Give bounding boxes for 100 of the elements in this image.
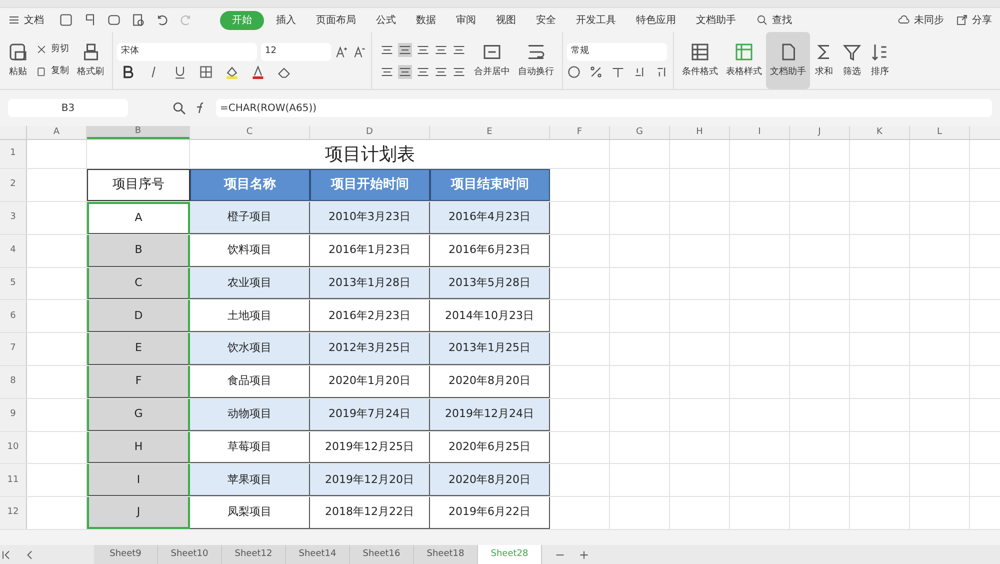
row-header[interactable]: 12 <box>0 497 27 529</box>
paste-button[interactable]: 粘贴 <box>4 32 32 89</box>
column-header[interactable]: H <box>670 126 730 139</box>
column-heading: 项目序号 <box>87 169 190 201</box>
table-cell: 2020年6月25日 <box>430 432 550 464</box>
conditional-format-button[interactable]: 条件格式 <box>678 32 722 89</box>
table-style-button[interactable]: 表格样式 <box>722 32 766 89</box>
table-cell: 2016年4月23日 <box>430 202 550 234</box>
row-header[interactable]: 3 <box>0 202 27 234</box>
font-field[interactable]: 宋体 <box>117 42 257 60</box>
wrap-text-button[interactable]: 自动换行 <box>514 32 558 89</box>
row-header[interactable]: 1 <box>0 140 27 168</box>
ribbon-tab[interactable]: 审阅 <box>448 10 484 30</box>
first-sheet-icon[interactable] <box>0 548 12 560</box>
column-header[interactable]: J <box>790 126 850 139</box>
add-sheet-icon[interactable] <box>578 548 590 560</box>
ribbon-tab[interactable]: 数据 <box>408 10 444 30</box>
sheet-tab[interactable]: Sheet10 <box>158 545 222 564</box>
sheet-tab[interactable]: Sheet28 <box>478 545 542 564</box>
ribbon-tab[interactable]: 视图 <box>488 10 524 30</box>
cut-button[interactable]: 剪切 <box>36 43 69 56</box>
scissors-icon <box>36 44 47 56</box>
grow-font-icon[interactable] <box>335 44 349 58</box>
table-cell: 农业项目 <box>190 268 310 300</box>
shrink-font-icon[interactable] <box>353 44 367 58</box>
sheet-tab[interactable]: Sheet16 <box>350 545 414 564</box>
font-size-field[interactable]: 12 <box>261 42 331 60</box>
table-cell: C <box>87 268 190 300</box>
column-header[interactable]: F <box>550 126 610 139</box>
ribbon-tab[interactable]: 公式 <box>368 10 404 30</box>
column-header[interactable]: I <box>730 126 790 139</box>
ribbon-tab[interactable]: 插入 <box>268 10 304 30</box>
ribbon-tab[interactable]: 安全 <box>528 10 564 30</box>
row-header[interactable]: 7 <box>0 333 27 365</box>
fill-color-icon[interactable] <box>225 64 239 78</box>
document-assistant-button[interactable]: 文档助手 <box>766 32 810 89</box>
row-header[interactable]: 9 <box>0 398 27 431</box>
cloud-icon[interactable] <box>898 14 910 26</box>
row-header[interactable]: 4 <box>0 234 27 267</box>
table-cell: 2019年6月22日 <box>430 497 550 529</box>
copy-button[interactable]: 复制 <box>36 64 69 78</box>
save-icon[interactable] <box>59 13 73 27</box>
name-box[interactable]: B3 <box>8 99 128 117</box>
ribbon-tab[interactable]: 开发工具 <box>568 10 624 30</box>
conditional-format-icon <box>690 42 710 62</box>
ribbon-tab[interactable]: 页面布局 <box>308 10 364 30</box>
row-header[interactable]: 6 <box>0 300 27 332</box>
file-menu[interactable]: 文档 <box>24 12 44 28</box>
row-header[interactable]: 5 <box>0 268 27 300</box>
menu-icon[interactable] <box>8 14 20 26</box>
column-heading: 项目名称 <box>190 169 310 201</box>
table-cell: H <box>87 432 190 464</box>
percent-icon[interactable] <box>589 64 603 78</box>
table-cell: I <box>87 464 190 496</box>
ribbon-tab[interactable]: 特色应用 <box>628 10 684 30</box>
table-cell: 2013年1月28日 <box>310 268 430 300</box>
row-header[interactable]: 2 <box>0 169 27 201</box>
table-cell: A <box>87 202 190 234</box>
sheet-tab[interactable]: Sheet18 <box>414 545 478 564</box>
font-color-icon[interactable] <box>251 64 265 78</box>
format-painter-button[interactable]: 格式刷 <box>73 32 108 89</box>
formula-field[interactable]: =CHAR(ROW(A65)) <box>216 99 992 117</box>
sheet-tab[interactable]: Sheet12 <box>222 545 286 564</box>
sheet-tab[interactable]: Sheet14 <box>286 545 350 564</box>
number-format-field[interactable]: 常规 <box>567 42 667 60</box>
row-header[interactable]: 8 <box>0 366 27 398</box>
bold-icon[interactable] <box>121 64 135 78</box>
search-icon[interactable] <box>756 14 768 26</box>
table-cell: G <box>87 398 190 431</box>
filter-button[interactable]: 筛选 <box>838 32 866 89</box>
column-header[interactable]: B <box>87 126 190 139</box>
ribbon-tab[interactable]: 文档助手 <box>688 10 744 30</box>
column-heading: 项目结束时间 <box>430 169 550 201</box>
search-button[interactable]: 查找 <box>756 12 792 28</box>
zoom-icon[interactable] <box>172 101 186 115</box>
align-icon[interactable] <box>398 42 412 56</box>
row-header[interactable]: 10 <box>0 432 27 464</box>
sync-button[interactable]: 未同步 <box>898 12 944 28</box>
column-header[interactable]: K <box>850 126 910 139</box>
column-header[interactable]: D <box>310 126 430 139</box>
share-button[interactable]: 分享 <box>956 12 992 28</box>
column-header[interactable]: C <box>190 126 310 139</box>
border-icon[interactable] <box>199 64 213 78</box>
align-icon[interactable] <box>398 64 412 78</box>
merge-button[interactable]: 合并居中 <box>470 32 514 89</box>
sum-button[interactable]: 求和 <box>810 32 838 89</box>
undo-icon[interactable] <box>155 13 169 27</box>
sheet-tab[interactable]: Sheet9 <box>94 545 158 564</box>
table-cell: 2016年2月23日 <box>310 300 430 332</box>
row-header[interactable]: 11 <box>0 464 27 496</box>
table-cell: 2019年7月24日 <box>310 398 430 431</box>
table-cell: D <box>87 300 190 332</box>
ribbon-tab[interactable]: 开始 <box>220 10 264 30</box>
sort-button[interactable]: 排序 <box>866 32 894 89</box>
share-icon[interactable] <box>956 14 968 26</box>
column-header[interactable]: E <box>430 126 550 139</box>
column-header[interactable]: L <box>910 126 970 139</box>
table-cell: 2014年10月23日 <box>430 300 550 332</box>
underline-icon[interactable] <box>173 64 187 78</box>
column-header[interactable]: G <box>610 126 670 139</box>
